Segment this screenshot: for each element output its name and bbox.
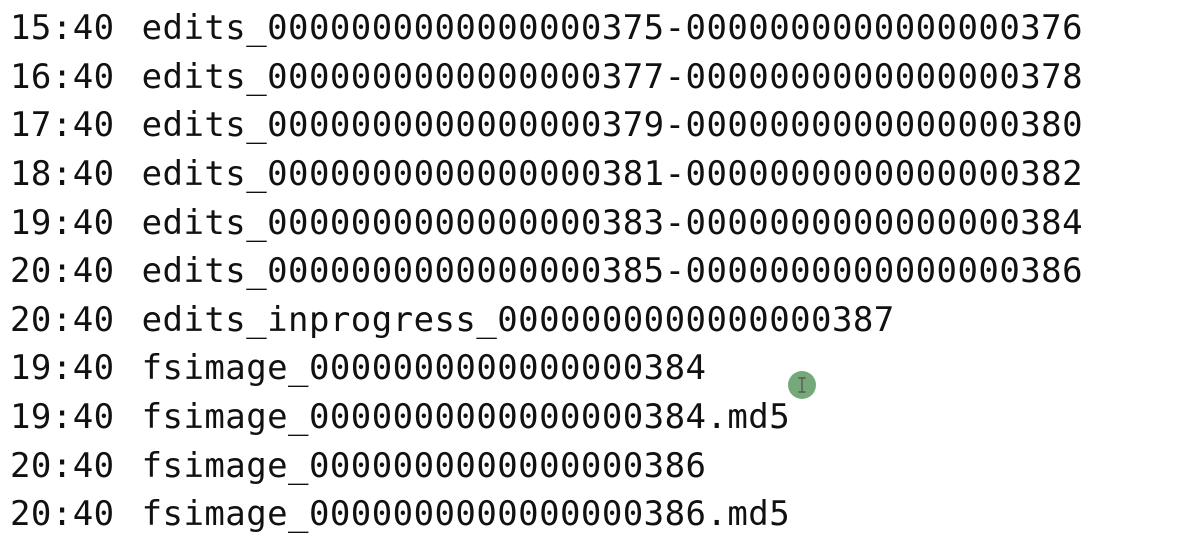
modified-time: 15:40 [10,8,115,49]
listing-row: 19:40 fsimage_0000000000000000384.md5 [10,393,1083,442]
listing-row: 16:40 edits_0000000000000000377-000000000… [10,53,1083,102]
modified-time: 16:40 [10,56,115,97]
file-name: edits_0000000000000000385-00000000000000… [141,251,1083,292]
modified-time: 19:40 [10,397,115,438]
modified-time: 18:40 [10,154,115,195]
modified-time: 20:40 [10,445,115,486]
modified-time: 19:40 [10,202,115,243]
listing-row: 17:40 edits_0000000000000000379-000000000… [10,101,1083,150]
file-name: edits_0000000000000000383-00000000000000… [141,202,1083,243]
modified-time: 20:40 [10,251,115,292]
file-listing: 15:40 edits_0000000000000000375-000000000… [10,4,1083,539]
file-name: edits_0000000000000000377-00000000000000… [141,56,1083,97]
file-name: edits_0000000000000000381-00000000000000… [141,154,1083,195]
listing-row: 18:40 edits_0000000000000000381-000000000… [10,150,1083,199]
file-name: edits_0000000000000000375-00000000000000… [141,8,1083,49]
listing-row: 20:40 edits_0000000000000000385-000000000… [10,247,1083,296]
file-name: fsimage_0000000000000000386 [141,445,707,486]
file-name: edits_0000000000000000379-00000000000000… [141,105,1083,146]
listing-row: 19:40 edits_0000000000000000383-000000000… [10,198,1083,247]
modified-time: 20:40 [10,299,115,340]
listing-row: 19:40 fsimage_0000000000000000384 [10,344,1083,393]
listing-row: 20:40 edits_inprogress_000000000000000038… [10,296,1083,345]
file-name: fsimage_0000000000000000384.md5 [141,397,791,438]
listing-row: 20:40 fsimage_0000000000000000386.md5 [10,490,1083,539]
modified-time: 19:40 [10,348,115,389]
listing-row: 15:40 edits_0000000000000000375-000000000… [10,4,1083,53]
modified-time: 17:40 [10,105,115,146]
file-name: fsimage_0000000000000000384 [141,348,707,389]
file-name: edits_inprogress_0000000000000000387 [141,299,895,340]
listing-row: 20:40 fsimage_0000000000000000386 [10,441,1083,490]
text-cursor-icon [788,371,816,399]
file-name: fsimage_0000000000000000386.md5 [141,494,791,535]
modified-time: 20:40 [10,494,115,535]
